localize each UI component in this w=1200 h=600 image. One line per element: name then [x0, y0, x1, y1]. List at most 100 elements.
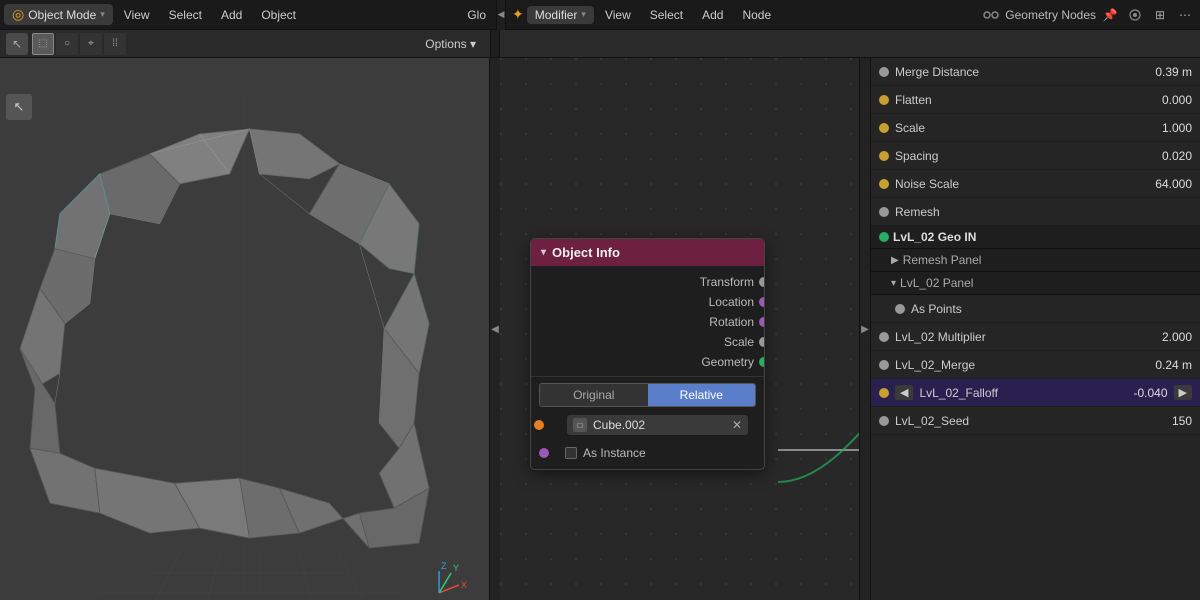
- viewport-3d[interactable]: X Y Z: [0, 58, 490, 600]
- select-menu-node[interactable]: Select: [642, 3, 691, 27]
- as-points-label: As Points: [911, 302, 1192, 316]
- viewport-options[interactable]: Options ▾: [417, 32, 484, 56]
- prop-noise-scale: Noise Scale 64.000: [871, 170, 1200, 198]
- falloff-decrement-btn[interactable]: ◀: [895, 385, 913, 400]
- overlay-icon[interactable]: [1124, 4, 1146, 26]
- select-tool-btn[interactable]: ↖: [6, 94, 32, 120]
- falloff-increment-btn[interactable]: ▶: [1174, 385, 1192, 400]
- lvl-merge-socket: [879, 360, 889, 370]
- flatten-socket: [879, 95, 889, 105]
- clear-object-btn[interactable]: ✕: [732, 418, 742, 432]
- object-mode-selector[interactable]: ◎ Object Mode ▾: [4, 4, 113, 25]
- right-panel-toggle[interactable]: ▶: [860, 58, 870, 600]
- node-row-transform: Transform: [531, 272, 764, 292]
- object-type-icon: □: [573, 418, 587, 432]
- relative-toggle-btn[interactable]: Relative: [648, 384, 756, 406]
- prop-remesh: Remesh: [871, 198, 1200, 226]
- node-collapse-chevron: ▾: [541, 247, 546, 258]
- add-menu-node[interactable]: Add: [694, 3, 731, 27]
- prop-as-points: As Points: [871, 295, 1200, 323]
- lvl-seed-value[interactable]: 150: [1132, 414, 1192, 428]
- object-input-socket: [534, 420, 544, 430]
- dots-select-icon[interactable]: ⁞⁞: [104, 33, 126, 55]
- global-toggle[interactable]: Glo: [459, 3, 494, 27]
- merge-distance-label: Merge Distance: [895, 65, 1126, 79]
- mode-toggle[interactable]: Original Relative: [539, 383, 756, 407]
- node-row-rotation: Rotation: [531, 312, 764, 332]
- panel-collapse-arrow[interactable]: ◀: [496, 0, 506, 30]
- prop-lvl-merge: LvL_02_Merge 0.24 m: [871, 351, 1200, 379]
- right-panel: Merge Distance 0.39 m Flatten 0.000 Scal…: [870, 58, 1200, 600]
- lvl-merge-label: LvL_02_Merge: [895, 358, 1126, 372]
- circle-select-icon[interactable]: ○: [56, 33, 78, 55]
- transform-label: Transform: [700, 275, 754, 289]
- geo-in-label: LvL_02 Geo IN: [893, 230, 976, 244]
- original-toggle-btn[interactable]: Original: [540, 384, 648, 406]
- prop-lvl-falloff[interactable]: ◀ LvL_02_Falloff -0.040 ▶: [871, 379, 1200, 407]
- node-row-location: Location: [531, 292, 764, 312]
- as-instance-checkbox[interactable]: [565, 447, 577, 459]
- noise-scale-value[interactable]: 64.000: [1132, 177, 1192, 191]
- svg-text:X: X: [461, 580, 467, 590]
- more-icon[interactable]: ⋯: [1174, 4, 1196, 26]
- svg-text:Y: Y: [453, 563, 459, 573]
- node-row-geometry: Geometry: [531, 352, 764, 372]
- prop-scale: Scale 1.000: [871, 114, 1200, 142]
- snap-icon[interactable]: ⊞: [1149, 4, 1171, 26]
- lvl-falloff-value[interactable]: -0.040: [1108, 386, 1168, 400]
- spacing-label: Spacing: [895, 149, 1126, 163]
- scale-value[interactable]: 1.000: [1132, 121, 1192, 135]
- lvl-multiplier-label: LvL_02 Multiplier: [895, 330, 1126, 344]
- viewport-panel-toggle[interactable]: ◀: [490, 58, 500, 600]
- select-mode-icons: ⬚ ○ ⌖ ⁞⁞: [32, 33, 126, 55]
- object-mode-label: Object Mode: [28, 8, 96, 22]
- node-title: Object Info: [552, 245, 620, 260]
- pin-icon[interactable]: 📌: [1099, 4, 1121, 26]
- object-selector[interactable]: □ Cube.002 ✕: [567, 415, 748, 435]
- merge-distance-socket: [879, 67, 889, 77]
- geometry-nodes-title: Geometry Nodes: [1005, 8, 1096, 22]
- remesh-panel-section[interactable]: ▶ Remesh Panel: [871, 249, 1200, 272]
- lasso-select-icon[interactable]: ⌖: [80, 33, 102, 55]
- lvl-multiplier-value[interactable]: 2.000: [1132, 330, 1192, 344]
- merge-distance-value[interactable]: 0.39 m: [1132, 65, 1192, 79]
- object-name: Cube.002: [593, 418, 645, 432]
- view-menu-node[interactable]: View: [597, 3, 639, 27]
- modifier-mode-label: Modifier: [535, 8, 578, 22]
- lvl02-panel-section[interactable]: ▾ LvL_02 Panel: [871, 272, 1200, 295]
- flatten-value[interactable]: 0.000: [1132, 93, 1192, 107]
- location-socket: [759, 297, 765, 307]
- scale-socket-right: [879, 123, 889, 133]
- viewport-tools: ↖: [6, 94, 32, 120]
- remesh-socket: [879, 207, 889, 217]
- node-editor[interactable]: ▾ Object Info Transform Location Rotatio…: [500, 58, 860, 600]
- cursor-tool[interactable]: ↖: [6, 33, 28, 55]
- prop-spacing: Spacing 0.020: [871, 142, 1200, 170]
- svg-text:Z: Z: [441, 561, 447, 571]
- scale-label-right: Scale: [895, 121, 1126, 135]
- prop-merge-distance: Merge Distance 0.39 m: [871, 58, 1200, 86]
- object-menu-viewport[interactable]: Object: [253, 3, 304, 27]
- lvl-seed-socket: [879, 416, 889, 426]
- scale-label: Scale: [724, 335, 754, 349]
- node-menu-node[interactable]: Node: [734, 3, 779, 27]
- scale-socket: [759, 337, 765, 347]
- remesh-label: Remesh: [895, 205, 1126, 219]
- modifier-mode-selector[interactable]: Modifier ▾: [527, 6, 594, 24]
- geo-in-section[interactable]: LvL_02 Geo IN: [871, 226, 1200, 249]
- select-menu-viewport[interactable]: Select: [161, 3, 210, 27]
- box-select-icon[interactable]: ⬚: [32, 33, 54, 55]
- lvl-merge-value[interactable]: 0.24 m: [1132, 358, 1192, 372]
- node-header[interactable]: ▾ Object Info: [531, 239, 764, 266]
- as-instance-row: As Instance: [531, 443, 764, 463]
- geometry-nodes-header-icon: [980, 4, 1002, 26]
- spacing-value[interactable]: 0.020: [1132, 149, 1192, 163]
- add-menu-viewport[interactable]: Add: [213, 3, 250, 27]
- transform-socket: [759, 277, 765, 287]
- prop-flatten: Flatten 0.000: [871, 86, 1200, 114]
- prop-lvl-multiplier: LvL_02 Multiplier 2.000: [871, 323, 1200, 351]
- view-menu-viewport[interactable]: View: [116, 3, 158, 27]
- noise-scale-socket: [879, 179, 889, 189]
- as-instance-label: As Instance: [583, 446, 646, 460]
- rotation-socket: [759, 317, 765, 327]
